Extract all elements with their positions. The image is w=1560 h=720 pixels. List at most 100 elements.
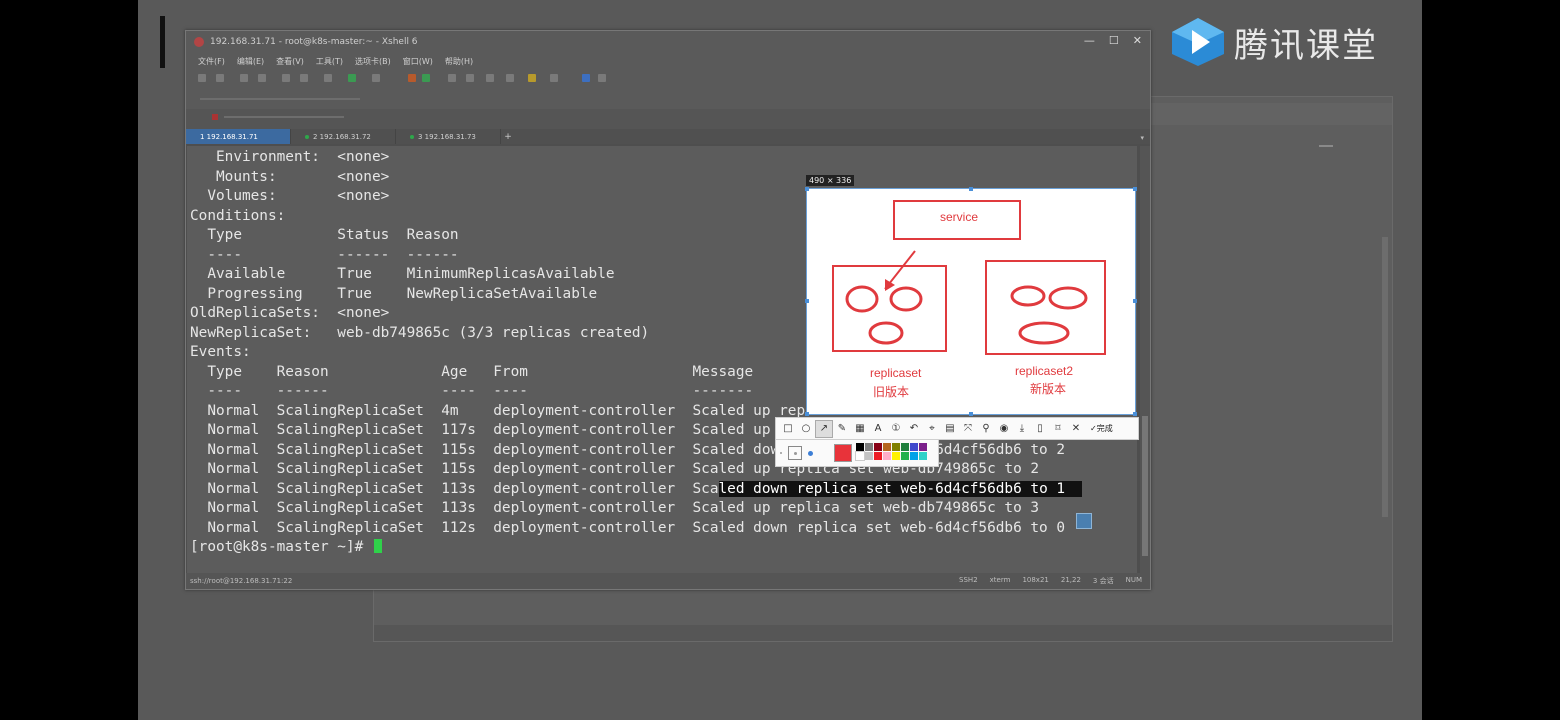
- resize-handle[interactable]: [969, 412, 973, 416]
- bookmark-icon[interactable]: ⌑: [1050, 421, 1066, 437]
- terminal-cursor: [373, 539, 382, 553]
- globe-icon[interactable]: [348, 74, 356, 82]
- fullscreen-icon[interactable]: [448, 74, 456, 82]
- highlight-icon[interactable]: [528, 74, 536, 82]
- xftp-icon[interactable]: [408, 74, 416, 82]
- color-swatch[interactable]: [855, 451, 865, 461]
- help-icon[interactable]: [582, 74, 590, 82]
- tab-session-3[interactable]: 3 192.168.31.73: [396, 129, 501, 144]
- status-protocol: SSH2: [959, 576, 978, 584]
- new-session-icon[interactable]: [198, 74, 206, 82]
- check-icon: ✓: [1090, 424, 1097, 433]
- tab-session-2[interactable]: 2 192.168.31.72: [291, 129, 396, 144]
- color-swatch[interactable]: [892, 443, 900, 451]
- current-color-swatch[interactable]: [834, 444, 852, 462]
- resize-handle[interactable]: [1133, 299, 1137, 303]
- terminal-line: NewReplicaSet: web-db749865c (3/3 replic…: [190, 324, 650, 341]
- color-swatch[interactable]: [874, 443, 882, 451]
- pin-icon[interactable]: ⌖: [924, 421, 940, 437]
- status-sessions: 3 会话: [1092, 577, 1114, 585]
- address-bar[interactable]: [186, 89, 1150, 109]
- resize-handle[interactable]: [1133, 412, 1137, 416]
- menu-tools[interactable]: 工具(T): [316, 56, 343, 67]
- resize-handle[interactable]: [805, 299, 809, 303]
- color-swatch[interactable]: [865, 452, 873, 460]
- find-icon[interactable]: [324, 74, 332, 82]
- resize-handle[interactable]: [805, 412, 809, 416]
- brush-size-small[interactable]: [780, 452, 782, 454]
- record-icon[interactable]: ◉: [996, 421, 1012, 437]
- brush-size-medium[interactable]: [788, 446, 802, 460]
- paste-icon[interactable]: [300, 74, 308, 82]
- close-icon[interactable]: ✕: [1068, 421, 1084, 437]
- terminal-line: Type Reason Age From Message: [207, 363, 754, 380]
- lock-icon[interactable]: [466, 74, 474, 82]
- done-button[interactable]: ✓ 完成: [1090, 423, 1113, 434]
- number-icon[interactable]: ①: [888, 421, 904, 437]
- color-swatch[interactable]: [892, 452, 900, 460]
- brush-size-large[interactable]: [808, 450, 813, 456]
- xshell-window[interactable]: 192.168.31.71 - root@k8s-master:~ - Xshe…: [185, 30, 1151, 590]
- maximize-button[interactable]: ☐: [1109, 34, 1119, 47]
- reconnect-icon[interactable]: [240, 74, 248, 82]
- resize-handle[interactable]: [805, 187, 809, 191]
- status-num: NUM: [1125, 576, 1142, 584]
- color-swatch[interactable]: [865, 443, 873, 451]
- color-picker-bar: [775, 439, 939, 467]
- tab-list-arrow-icon[interactable]: ▾: [1140, 134, 1144, 142]
- add-tab-button[interactable]: +: [501, 129, 515, 144]
- copy-icon[interactable]: [282, 74, 290, 82]
- open-icon[interactable]: [216, 74, 224, 82]
- font-icon[interactable]: [372, 74, 380, 82]
- color-swatch[interactable]: [901, 452, 909, 460]
- script-icon[interactable]: [506, 74, 514, 82]
- phone-icon[interactable]: ▯: [1032, 421, 1048, 437]
- bookmark-icon[interactable]: [212, 114, 218, 120]
- menu-help[interactable]: 帮助(H): [445, 56, 473, 67]
- done-label: 完成: [1096, 424, 1113, 433]
- pin2-icon[interactable]: ⚲: [978, 421, 994, 437]
- pen-icon[interactable]: ✎: [834, 421, 850, 437]
- color-swatch[interactable]: [910, 452, 918, 460]
- resize-handle[interactable]: [1133, 187, 1137, 191]
- close-button[interactable]: ✕: [1133, 34, 1142, 47]
- color-swatch[interactable]: [919, 443, 927, 451]
- options-icon[interactable]: [598, 74, 606, 82]
- undo-icon[interactable]: ↶: [906, 421, 922, 437]
- xagent-icon[interactable]: [422, 74, 430, 82]
- terminal-line: Type Status Reason: [207, 227, 459, 243]
- menu-tabs[interactable]: 选项卡(B): [355, 56, 391, 67]
- color-swatch[interactable]: [901, 443, 909, 451]
- ellipse-icon[interactable]: ○: [798, 421, 814, 437]
- menu-file[interactable]: 文件(F): [198, 56, 225, 67]
- color-swatch[interactable]: [919, 452, 927, 460]
- architecture-sketch: service replicaset 旧版本 replicaset2 新版本: [832, 200, 1106, 399]
- menu-view[interactable]: 查看(V): [276, 56, 304, 67]
- color-swatch[interactable]: [910, 443, 918, 451]
- resize-handle[interactable]: [969, 187, 973, 191]
- terminal-scrollbar[interactable]: [1140, 146, 1150, 573]
- arrow-icon[interactable]: ↗: [815, 419, 833, 438]
- tab-session-1[interactable]: 1 192.168.31.71: [186, 129, 291, 144]
- disconnect-icon[interactable]: [258, 74, 266, 82]
- keyboard-icon[interactable]: [486, 74, 494, 82]
- terminal-line: Available True MinimumReplicasAvailable: [207, 266, 615, 282]
- snip-region[interactable]: service replicaset 旧版本 replicaset2 新版本: [805, 187, 1137, 416]
- color-swatch[interactable]: [874, 452, 882, 460]
- window-titlebar[interactable]: 192.168.31.71 - root@k8s-master:~ - Xshe…: [186, 31, 1150, 53]
- color-swatch[interactable]: [883, 443, 891, 451]
- color-swatch[interactable]: [883, 452, 891, 460]
- menu-edit[interactable]: 编辑(E): [237, 56, 264, 67]
- menu-window[interactable]: 窗口(W): [403, 56, 433, 67]
- download-icon[interactable]: ⤓: [1014, 421, 1030, 437]
- text-icon[interactable]: A: [870, 421, 886, 437]
- color-swatch[interactable]: [856, 443, 864, 451]
- rect-icon[interactable]: □: [780, 421, 796, 437]
- pod-ellipse: [1018, 321, 1070, 345]
- ocr-icon[interactable]: ▤: [942, 421, 958, 437]
- scrollbar-thumb[interactable]: [1142, 416, 1148, 556]
- layout-icon[interactable]: [550, 74, 558, 82]
- mosaic-icon[interactable]: ▦: [852, 421, 868, 437]
- screenshot-scroll-icon[interactable]: ⤧: [960, 421, 976, 437]
- minimize-button[interactable]: —: [1084, 34, 1095, 47]
